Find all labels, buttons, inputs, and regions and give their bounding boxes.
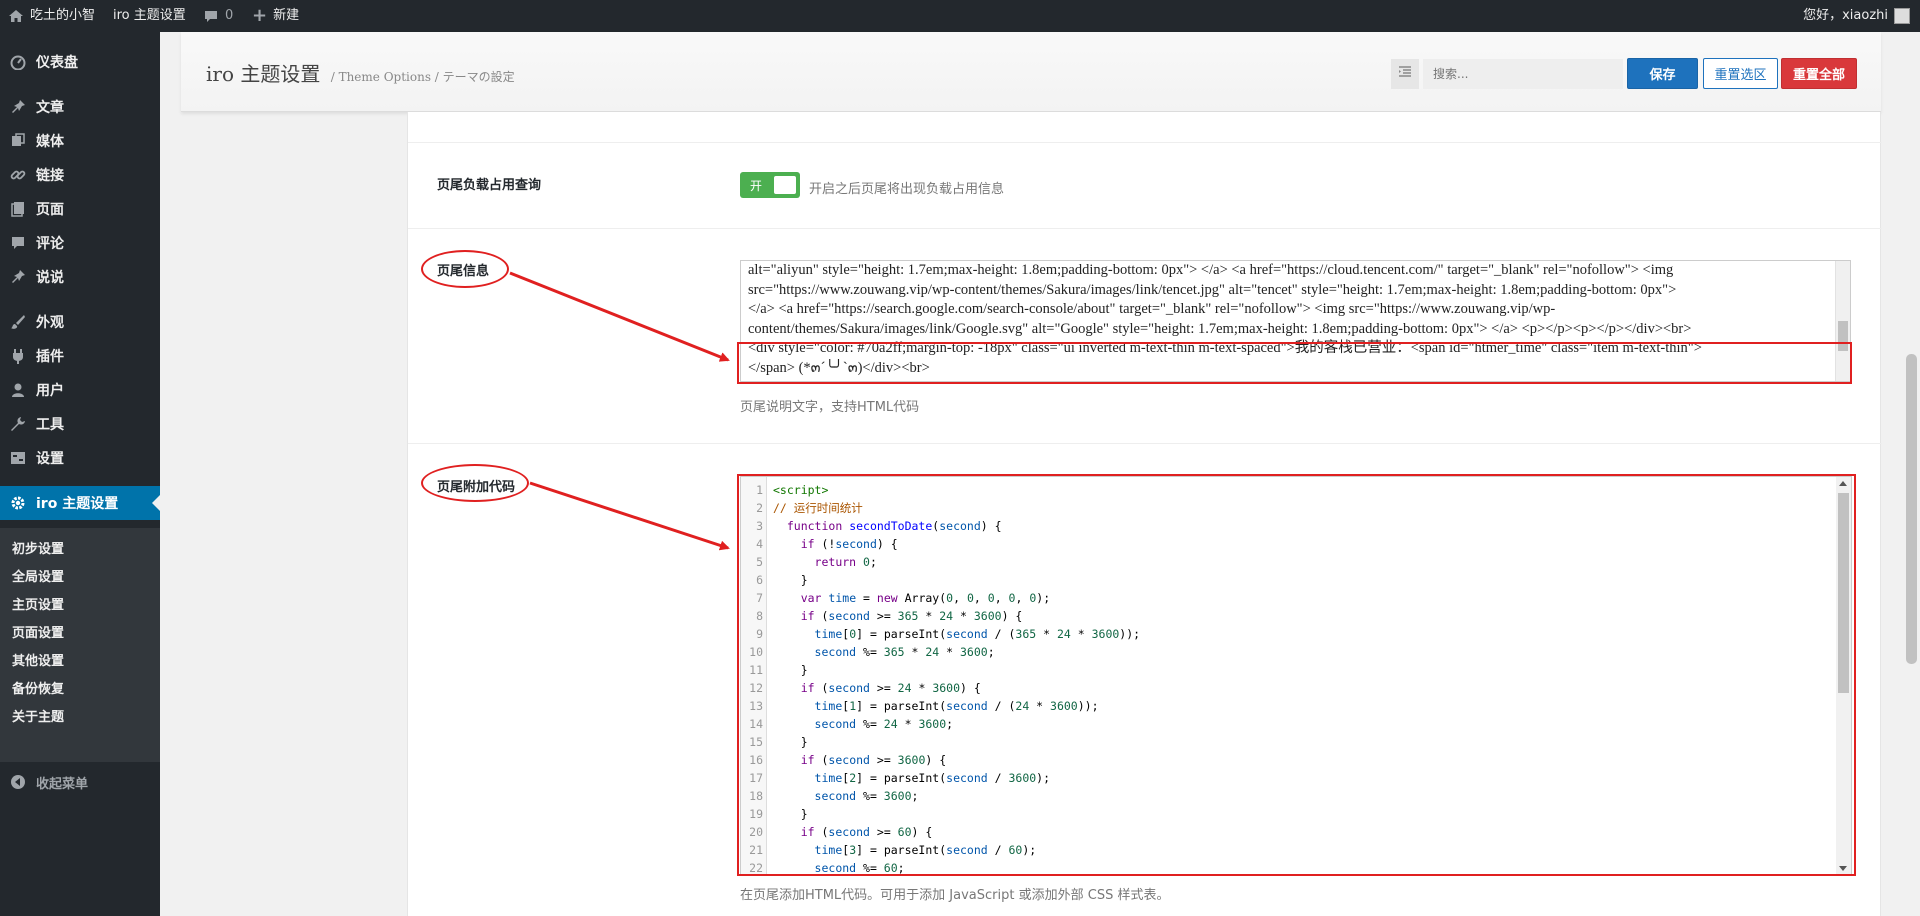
page-icon <box>0 201 36 217</box>
toggle-knob <box>774 176 796 194</box>
sidebar-item-media[interactable]: 媒体 <box>0 124 160 158</box>
sidebar-item-users[interactable]: 用户 <box>0 373 160 407</box>
avatar <box>1894 8 1910 24</box>
sidebar-item-plugins[interactable]: 插件 <box>0 339 160 373</box>
collapse-icon <box>0 774 36 790</box>
admin-bar: 吃土的小智 iro 主题设置 0 + 新建 您好，xiaozhi <box>0 0 1920 32</box>
user-icon <box>0 382 36 398</box>
page-title-text: iro 主题设置 <box>206 62 321 86</box>
site-home-link[interactable]: 吃土的小智 <box>8 0 95 32</box>
iro-submenu: 初步设置 全局设置 主页设置 页面设置 其他设置 备份恢复 关于主题 <box>0 528 160 762</box>
toggle-label: 开 <box>750 178 763 193</box>
account-menu[interactable]: 您好，xiaozhi <box>1803 0 1910 32</box>
theme-link-label: iro 主题设置 <box>113 8 186 23</box>
plugin-icon <box>0 348 36 364</box>
collapse-label: 收起菜单 <box>36 776 89 792</box>
sidebar-item-dashboard[interactable]: 仪表盘 <box>0 45 160 79</box>
sidebar-item-comments[interactable]: 评论 <box>0 226 160 260</box>
textarea-line: </a> <a href="https://search.google.com/… <box>748 301 1556 317</box>
sidebar-item-label: 用户 <box>36 383 64 399</box>
footer-code-help: 在页尾添加HTML代码。可用于添加 JavaScript 或添加外部 CSS 样… <box>740 888 1170 903</box>
home-icon <box>8 8 24 24</box>
sidebar-item-label: 工具 <box>36 417 64 433</box>
annotation-ellipse-footer-code <box>421 464 529 502</box>
link-icon <box>0 167 36 183</box>
textarea-line: src="https://www.zouwang.vip/wp-content/… <box>748 281 1677 298</box>
footer-load-description: 开启之后页尾将出现负载占用信息 <box>809 182 1005 197</box>
textarea-line: content/themes/Sakura/images/link/Google… <box>748 320 1692 337</box>
page-subtitle: / Theme Options / テーマの設定 <box>330 70 515 84</box>
annotation-ellipse-footer-info <box>421 250 509 288</box>
new-label: 新建 <box>273 8 300 23</box>
sidebar-item-label: 评论 <box>36 236 64 252</box>
expand-all-button[interactable] <box>1391 59 1419 89</box>
submenu-item-other[interactable]: 其他设置 <box>12 650 64 669</box>
sidebar-item-label: 仪表盘 <box>36 55 78 71</box>
settings-icon <box>0 450 36 466</box>
divider <box>408 228 1882 229</box>
sidebar-item-label: 设置 <box>36 451 64 467</box>
sidebar-item-settings[interactable]: 设置 <box>0 441 160 475</box>
list-icon <box>1398 65 1412 83</box>
sidebar-item-label: iro 主题设置 <box>36 496 119 512</box>
site-name: 吃土的小智 <box>30 8 96 23</box>
reset-section-button[interactable]: 重置选区 <box>1703 58 1778 89</box>
annotation-rect-footer-info <box>737 342 1852 384</box>
submenu-item-page[interactable]: 页面设置 <box>12 622 64 641</box>
collapse-menu-button[interactable]: 收起菜单 <box>0 770 160 794</box>
reset-all-button[interactable]: 重置全部 <box>1781 58 1857 89</box>
submenu-item-backup[interactable]: 备份恢复 <box>12 678 64 697</box>
pin-icon <box>0 99 36 115</box>
wrench-icon <box>0 416 36 432</box>
comment-icon <box>203 8 219 24</box>
media-icon <box>0 133 36 149</box>
page-title: iro 主题设置 / Theme Options / テーマの設定 <box>206 58 515 87</box>
plus-icon: + <box>252 5 268 26</box>
pin-icon <box>0 269 36 285</box>
annotation-rect-footer-code <box>737 474 1856 876</box>
search-input[interactable] <box>1423 59 1623 89</box>
comment-icon <box>0 235 36 251</box>
sidebar-item-tools[interactable]: 工具 <box>0 407 160 441</box>
divider <box>408 142 1882 143</box>
footer-info-help: 页尾说明文字，支持HTML代码 <box>740 400 920 415</box>
options-header: iro 主题设置 / Theme Options / テーマの設定 保存 重置选… <box>181 32 1881 112</box>
sidebar-item-links[interactable]: 链接 <box>0 158 160 192</box>
gear-icon <box>0 495 36 511</box>
dashboard-icon <box>0 54 36 70</box>
submenu-item-about[interactable]: 关于主题 <box>12 706 64 725</box>
sidebar-item-label: 插件 <box>36 349 64 365</box>
sidebar-item-posts[interactable]: 文章 <box>0 90 160 124</box>
admin-sidebar: 仪表盘 文章 媒体 链接 页面 评论 说说 外观 插件 用户 工具 设置 iro… <box>0 32 160 916</box>
submenu-item-home[interactable]: 主页设置 <box>12 594 64 613</box>
submenu-item-initial[interactable]: 初步设置 <box>12 538 64 557</box>
sidebar-item-label: 媒体 <box>36 134 64 150</box>
sidebar-item-label: 链接 <box>36 168 64 184</box>
submenu-item-global[interactable]: 全局设置 <box>12 566 64 585</box>
page-scrollbar[interactable] <box>1903 32 1920 916</box>
sidebar-item-label: 说说 <box>36 270 64 286</box>
field-label-footer-load: 页尾负载占用查询 <box>437 178 542 193</box>
theme-settings-link[interactable]: iro 主题设置 <box>113 0 186 32</box>
comments-count: 0 <box>225 8 234 23</box>
sidebar-item-label: 页面 <box>36 202 64 218</box>
greeting: 您好，xiaozhi <box>1803 8 1888 23</box>
sidebar-item-label: 外观 <box>36 315 64 331</box>
sidebar-item-shuoshuo[interactable]: 说说 <box>0 260 160 294</box>
comments-link[interactable]: 0 <box>203 0 233 32</box>
save-button[interactable]: 保存 <box>1627 58 1698 89</box>
sidebar-item-label: 文章 <box>36 100 64 116</box>
sidebar-item-pages[interactable]: 页面 <box>0 192 160 226</box>
divider <box>408 443 1882 444</box>
textarea-line: alt="aliyun" style="height: 1.7em;max-he… <box>748 262 1674 278</box>
sidebar-item-appearance[interactable]: 外观 <box>0 305 160 339</box>
sidebar-item-iro-settings[interactable]: iro 主题设置 <box>0 486 160 520</box>
brush-icon <box>0 314 36 330</box>
new-content-link[interactable]: + 新建 <box>252 0 299 32</box>
footer-load-toggle[interactable]: 开 <box>740 172 800 198</box>
page-scroll-thumb[interactable] <box>1906 354 1917 664</box>
